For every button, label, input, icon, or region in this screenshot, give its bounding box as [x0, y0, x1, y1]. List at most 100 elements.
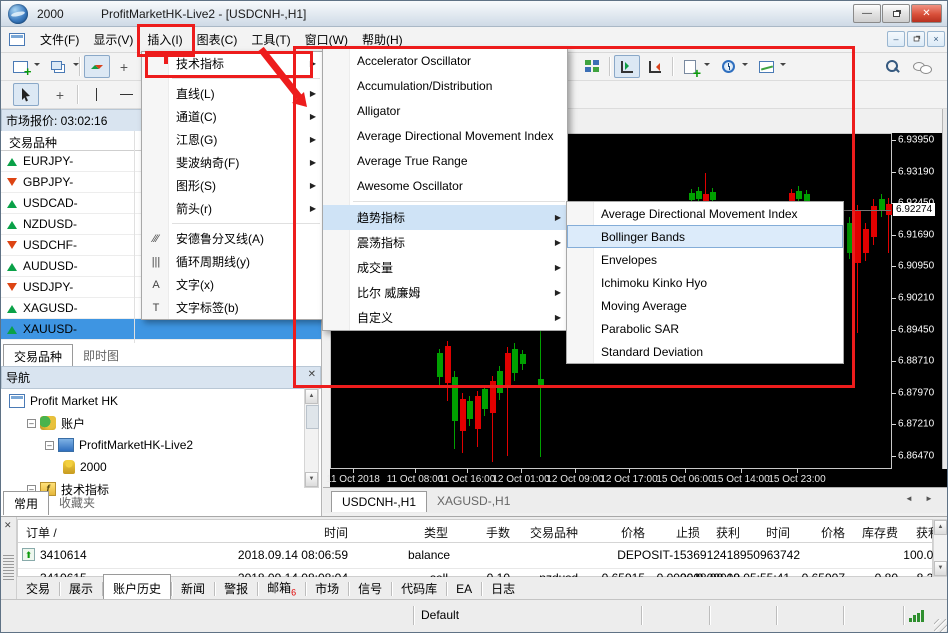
templates-dropdown-icon[interactable] — [780, 63, 786, 69]
child-restore-button[interactable] — [907, 31, 925, 47]
expand-icon[interactable]: – — [45, 441, 54, 450]
insert-menu-item-文字标签(b)[interactable]: T文字标签(b) — [142, 296, 322, 319]
zoom-out-axis-button[interactable] — [642, 55, 668, 78]
terminal-tab-账户历史[interactable]: 账户历史 — [103, 574, 171, 601]
tab-交易品种[interactable]: 交易品种 — [3, 344, 73, 368]
trend-menu-item-Average Directional Movement Index[interactable]: Average Directional Movement Index — [567, 202, 843, 225]
insert-menu-item-直线(L)[interactable]: 直线(L)▶ — [142, 82, 322, 105]
indicator-menu-item-Accelerator Oscillator[interactable]: Accelerator Oscillator — [323, 48, 567, 73]
insert-menu-item-安德鲁分叉线(A)[interactable]: ⁄⁄⁄安德鲁分叉线(A) — [142, 227, 322, 250]
vertical-line-button[interactable] — [83, 83, 109, 106]
search-magnifier-button[interactable] — [879, 55, 905, 78]
time-axis[interactable]: 11 Oct 201811 Oct 08:0011 Oct 16:0012 Oc… — [330, 469, 948, 487]
profile-name[interactable]: Default — [421, 608, 459, 622]
nav-item-Profit Market HK[interactable]: Profit Market HK — [9, 390, 118, 412]
column-divider[interactable] — [134, 131, 135, 343]
horizontal-line-button[interactable] — [113, 83, 139, 106]
trend-menu-item-Bollinger Bands[interactable]: Bollinger Bands — [567, 225, 843, 248]
add-indicator-dropdown-icon[interactable] — [704, 63, 710, 69]
close-button[interactable]: ✕ — [911, 4, 942, 23]
column-header-手数[interactable]: 手数 — [486, 524, 510, 541]
resize-grip[interactable] — [934, 619, 947, 632]
child-close-button[interactable]: × — [927, 31, 945, 47]
tile-windows-button[interactable] — [579, 55, 605, 78]
column-header-时间[interactable]: 时间 — [766, 524, 790, 541]
community-chat-button[interactable] — [909, 55, 935, 78]
indicator-menu-item-Alligator[interactable]: Alligator — [323, 98, 567, 123]
periods-clock-button[interactable] — [715, 55, 741, 78]
nav-item-账户[interactable]: –账户 — [27, 412, 85, 434]
column-header-价格[interactable]: 价格 — [821, 524, 845, 541]
terminal-tab-市场[interactable]: 市场 — [306, 577, 348, 600]
insert-menu-item-箭头(r)[interactable]: 箭头(r)▶ — [142, 197, 322, 220]
chart-tab-XAGUSD-,H1[interactable]: XAGUSD-,H1 — [427, 491, 520, 511]
scroll-up-icon[interactable]: ▲ — [934, 520, 947, 535]
market-symbol-row[interactable]: XAUUSD- — [1, 319, 321, 340]
insert-menu-item-斐波纳奇(F)[interactable]: 斐波纳奇(F)▶ — [142, 151, 322, 174]
scroll-down-icon[interactable]: ▼ — [934, 561, 947, 576]
indicator-menu-item-Average Directional Movement Index[interactable]: Average Directional Movement Index — [323, 123, 567, 148]
trend-menu-item-Moving Average[interactable]: Moving Average — [567, 294, 843, 317]
navigator-scrollbar[interactable]: ▲ ▼ — [304, 388, 319, 488]
column-header-价格[interactable]: 价格 — [621, 524, 645, 541]
tab-即时图[interactable]: 即时图 — [73, 344, 129, 367]
menu-item-插入I[interactable]: 插入(I) — [140, 27, 189, 52]
column-header-订单 /[interactable]: 订单 / — [26, 524, 57, 541]
child-minimize-button[interactable]: – — [887, 31, 905, 47]
indicator-menu-item-比尔 威廉姆[interactable]: 比尔 威廉姆▶ — [323, 280, 567, 305]
menu-item-文件F[interactable]: 文件(F) — [33, 27, 86, 52]
tab-常用[interactable]: 常用 — [3, 491, 49, 515]
trend-menu-item-Envelopes[interactable]: Envelopes — [567, 248, 843, 271]
terminal-tab-展示[interactable]: 展示 — [60, 577, 102, 600]
menu-item-工具T[interactable]: 工具(T) — [244, 27, 297, 52]
indicator-menu-item-成交量[interactable]: 成交量▶ — [323, 255, 567, 280]
column-header-库存费[interactable]: 库存费 — [862, 524, 898, 541]
terminal-tab-信号[interactable]: 信号 — [349, 577, 391, 600]
terminal-tab-新闻[interactable]: 新闻 — [172, 577, 214, 600]
insert-menu-item-文字(x)[interactable]: A文字(x) — [142, 273, 322, 296]
insert-menu-item-江恩(G)[interactable]: 江恩(G)▶ — [142, 128, 322, 151]
scroll-up-icon[interactable]: ▲ — [305, 389, 318, 404]
terminal-tab-交易[interactable]: 交易 — [17, 577, 59, 600]
scroll-thumb[interactable] — [306, 405, 319, 429]
scroll-down-icon[interactable]: ▼ — [305, 472, 318, 487]
menu-item-显示V[interactable]: 显示(V) — [86, 27, 140, 52]
terminal-tab-邮箱[interactable]: 邮箱6 — [258, 576, 305, 600]
menu-item-图表C[interactable]: 图表(C) — [190, 27, 245, 52]
market-watch-toggle-button[interactable] — [84, 55, 110, 78]
indicator-menu-item-Awesome Oscillator[interactable]: Awesome Oscillator — [323, 173, 567, 198]
add-indicator-button[interactable] — [677, 55, 703, 78]
order-number[interactable]: 3410614 — [40, 548, 87, 562]
terminal-tab-EA[interactable]: EA — [447, 579, 481, 599]
trend-menu-item-Ichimoku Kinko Hyo[interactable]: Ichimoku Kinko Hyo — [567, 271, 843, 294]
chart-tab-USDCNH-,H1[interactable]: USDCNH-,H1 — [331, 491, 427, 512]
nav-item-ProfitMarketHK-Live2[interactable]: –ProfitMarketHK-Live2 — [45, 434, 193, 456]
price-axis[interactable]: 6.939506.931906.924506.916906.909506.902… — [892, 133, 942, 469]
expand-icon[interactable]: – — [27, 419, 36, 428]
terminal-tab-警报[interactable]: 警报 — [215, 577, 257, 600]
column-header-交易品种[interactable]: 交易品种 — [530, 524, 578, 541]
indicator-menu-item-震荡指标[interactable]: 震荡指标▶ — [323, 230, 567, 255]
terminal-tab-代码库[interactable]: 代码库 — [392, 577, 446, 600]
column-header-止损[interactable]: 止损 — [676, 524, 700, 541]
indicator-menu-item-Average True Range[interactable]: Average True Range — [323, 148, 567, 173]
maximize-button[interactable] — [882, 4, 910, 23]
tabs-scroll-left-icon[interactable]: ◄ — [905, 494, 913, 503]
terminal-grip-icon[interactable] — [3, 555, 14, 581]
terminal-close-icon[interactable]: ✕ — [4, 520, 12, 531]
tabs-scroll-right-icon[interactable]: ► — [925, 494, 933, 503]
column-header-时间[interactable]: 时间 — [324, 524, 348, 541]
cursor-arrow-button[interactable] — [13, 83, 39, 106]
profiles-button[interactable] — [46, 55, 72, 78]
crosshair-button[interactable]: + — [47, 83, 73, 106]
insert-menu-item-循环周期线(y)[interactable]: |||循环周期线(y) — [142, 250, 322, 273]
insert-menu-item-图形(S)[interactable]: 图形(S)▶ — [142, 174, 322, 197]
zoom-in-axis-button[interactable] — [614, 55, 640, 78]
trend-menu-item-Standard Deviation[interactable]: Standard Deviation — [567, 340, 843, 363]
column-header-类型[interactable]: 类型 — [424, 524, 448, 541]
indicator-menu-item-趋势指标[interactable]: 趋势指标▶ — [323, 205, 567, 230]
trend-menu-item-Parabolic SAR[interactable]: Parabolic SAR — [567, 317, 843, 340]
insert-menu-item-技术指标[interactable]: 技术指标▶ — [142, 52, 322, 75]
insert-menu-item-通道(C)[interactable]: 通道(C)▶ — [142, 105, 322, 128]
navigator-close-icon[interactable]: ✕ — [308, 369, 316, 380]
